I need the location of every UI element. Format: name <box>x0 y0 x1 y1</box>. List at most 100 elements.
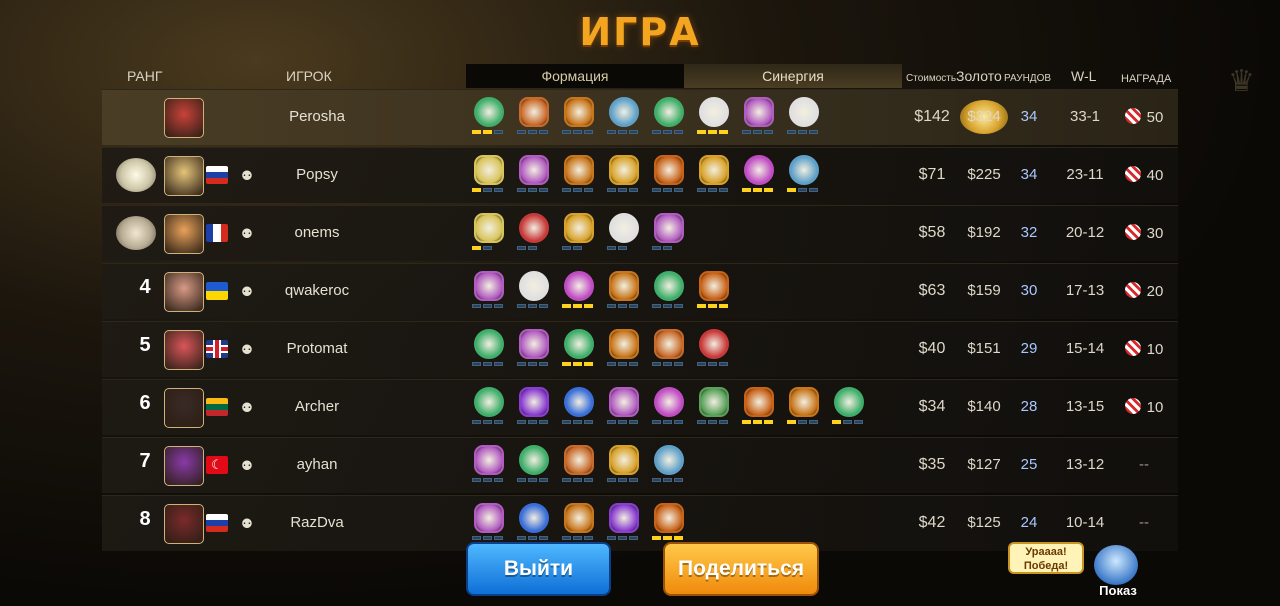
synergy-item[interactable] <box>558 385 603 429</box>
synergy-assassin-icon <box>519 329 549 359</box>
synergy-item[interactable] <box>648 153 693 197</box>
synergy-pip <box>719 188 728 192</box>
synergy-item[interactable] <box>828 385 873 429</box>
table-row[interactable]: 6 ⚉ Archer $34 $140 28 13-15 10 <box>102 379 1178 435</box>
synergy-pip <box>573 130 582 134</box>
add-friend-icon[interactable]: ⚉ <box>238 516 256 532</box>
avatar[interactable] <box>164 156 204 196</box>
synergy-item[interactable] <box>558 443 603 487</box>
tab-synergy[interactable]: Синергия <box>684 64 902 88</box>
table-row[interactable]: ⚉ Popsy $71 $225 34 23-11 40 <box>102 147 1178 203</box>
synergy-item[interactable] <box>468 385 513 429</box>
synergy-item[interactable] <box>693 385 738 429</box>
synergy-item[interactable] <box>693 95 738 139</box>
avatar[interactable] <box>164 446 204 486</box>
avatar[interactable] <box>164 272 204 312</box>
synergy-item[interactable] <box>558 211 603 255</box>
player-name[interactable]: Protomat <box>257 340 377 357</box>
synergy-item[interactable] <box>648 327 693 371</box>
synergy-item[interactable] <box>558 501 603 545</box>
synergy-item[interactable] <box>603 385 648 429</box>
synergy-item[interactable] <box>468 95 513 139</box>
player-name[interactable]: onems <box>257 224 377 241</box>
player-name[interactable]: RazDva <box>257 514 377 531</box>
synergy-pip <box>697 130 706 134</box>
player-name[interactable]: Archer <box>257 398 377 415</box>
add-friend-icon[interactable]: ⚉ <box>238 226 256 242</box>
add-friend-icon[interactable]: ⚉ <box>238 168 256 184</box>
synergy-item[interactable] <box>603 327 648 371</box>
synergy-item[interactable] <box>648 269 693 313</box>
avatar[interactable] <box>164 388 204 428</box>
synergy-item[interactable] <box>603 269 648 313</box>
table-row[interactable]: 4 ⚉ qwakeroc $63 $159 30 17-13 20 <box>102 263 1178 319</box>
synergy-item[interactable] <box>468 211 513 255</box>
synergy-item[interactable] <box>513 501 558 545</box>
synergy-beast-icon <box>519 445 549 475</box>
tab-formation[interactable]: Формация <box>466 64 684 88</box>
synergy-item[interactable] <box>513 95 558 139</box>
synergy-item[interactable] <box>603 95 648 139</box>
synergy-item[interactable] <box>693 327 738 371</box>
synergy-item[interactable] <box>648 501 693 545</box>
synergy-item[interactable] <box>468 153 513 197</box>
add-friend-icon[interactable]: ⚉ <box>238 284 256 300</box>
player-name[interactable]: Popsy <box>257 166 377 183</box>
table-row[interactable]: 5 ⚉ Protomat $40 $151 29 15-14 10 <box>102 321 1178 377</box>
synergy-item[interactable] <box>468 269 513 313</box>
synergy-item[interactable] <box>468 327 513 371</box>
synergy-item[interactable] <box>513 269 558 313</box>
synergy-item[interactable] <box>693 153 738 197</box>
avatar[interactable] <box>164 98 204 138</box>
synergy-item[interactable] <box>603 211 648 255</box>
synergy-item[interactable] <box>603 443 648 487</box>
synergy-item[interactable] <box>558 95 603 139</box>
synergy-item[interactable] <box>738 385 783 429</box>
exit-button[interactable]: Выйти <box>466 542 611 596</box>
table-row[interactable]: Perosha $142 $324 34 33-1 50 <box>102 89 1178 145</box>
synergy-item[interactable] <box>693 269 738 313</box>
show-button-label[interactable]: Показ <box>1094 583 1142 598</box>
synergy-item[interactable] <box>513 443 558 487</box>
synergy-item[interactable] <box>783 95 828 139</box>
player-name[interactable]: Perosha <box>257 108 377 125</box>
avatar[interactable] <box>164 214 204 254</box>
avatar[interactable] <box>164 330 204 370</box>
add-friend-icon[interactable]: ⚉ <box>238 342 256 358</box>
synergy-pip <box>607 130 616 134</box>
synergy-item[interactable] <box>468 501 513 545</box>
synergy-item[interactable] <box>513 153 558 197</box>
synergy-item[interactable] <box>648 95 693 139</box>
synergy-item[interactable] <box>558 327 603 371</box>
synergy-item[interactable] <box>783 385 828 429</box>
table-row[interactable]: ⚉ onems $58 $192 32 20-12 30 <box>102 205 1178 261</box>
player-name[interactable]: qwakeroc <box>257 282 377 299</box>
synergy-item[interactable] <box>738 153 783 197</box>
synergy-item[interactable] <box>603 153 648 197</box>
synergy-mech-icon <box>609 445 639 475</box>
synergy-item[interactable] <box>648 211 693 255</box>
synergy-item[interactable] <box>513 385 558 429</box>
mascot-icon[interactable] <box>1094 545 1138 585</box>
add-friend-icon[interactable]: ⚉ <box>238 458 256 474</box>
synergy-item[interactable] <box>648 443 693 487</box>
synergy-item[interactable] <box>558 269 603 313</box>
synergy-list <box>468 269 738 313</box>
add-friend-icon[interactable]: ⚉ <box>238 400 256 416</box>
synergy-progress <box>652 536 683 540</box>
synergy-item[interactable] <box>648 385 693 429</box>
avatar[interactable] <box>164 504 204 544</box>
synergy-item[interactable] <box>603 501 648 545</box>
player-name[interactable]: ayhan <box>257 456 377 473</box>
synergy-pip <box>753 130 762 134</box>
synergy-item[interactable] <box>513 327 558 371</box>
synergy-item[interactable] <box>513 211 558 255</box>
synergy-list <box>468 211 693 255</box>
synergy-pip <box>517 536 526 540</box>
synergy-item[interactable] <box>738 95 783 139</box>
synergy-item[interactable] <box>558 153 603 197</box>
share-button[interactable]: Поделиться <box>663 542 819 596</box>
synergy-item[interactable] <box>783 153 828 197</box>
table-row[interactable]: 7 ☾ ⚉ ayhan $35 $127 25 13-12 -- <box>102 437 1178 493</box>
synergy-item[interactable] <box>468 443 513 487</box>
